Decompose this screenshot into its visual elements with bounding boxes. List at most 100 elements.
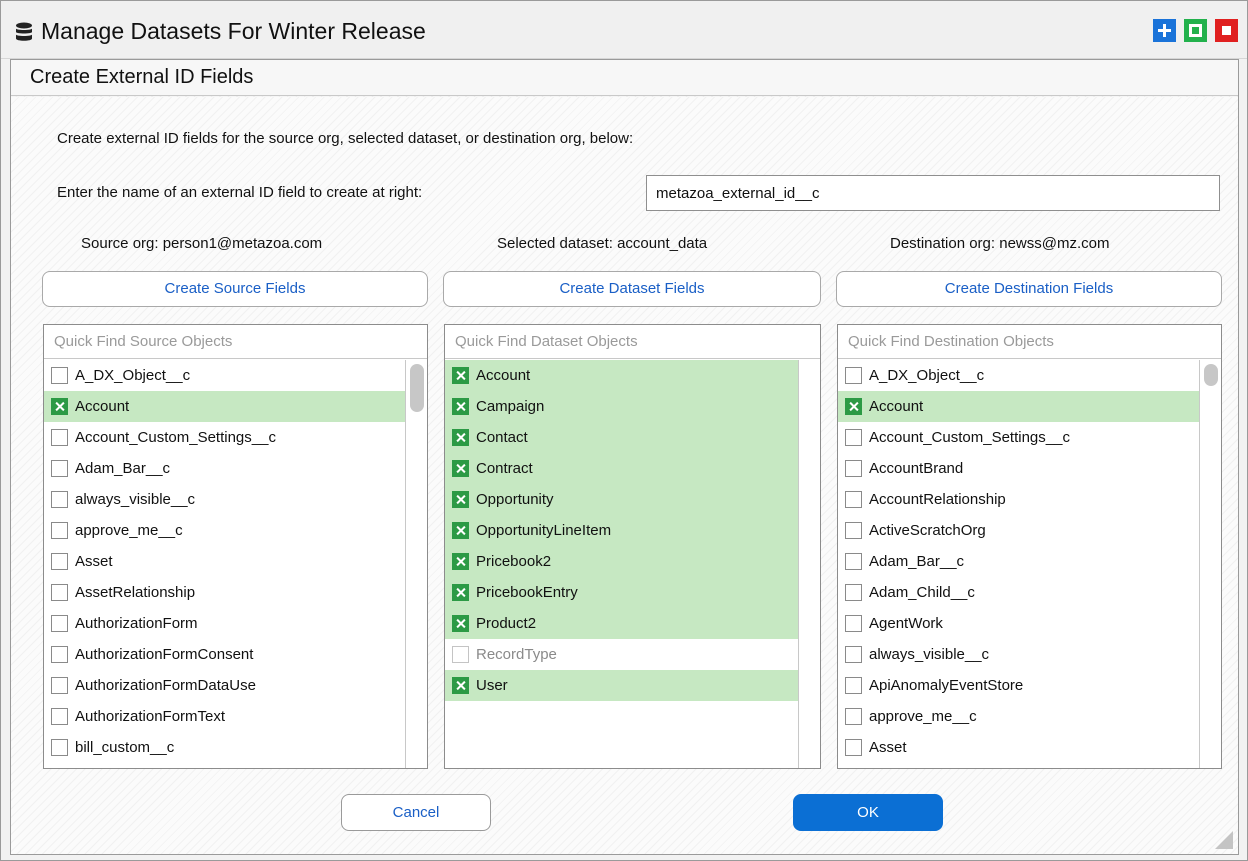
checkbox-checked[interactable] bbox=[452, 460, 469, 477]
source-scrollbar-thumb[interactable] bbox=[410, 364, 424, 412]
checkbox[interactable] bbox=[845, 584, 862, 601]
checkbox[interactable] bbox=[51, 367, 68, 384]
destination-scrollbar-thumb[interactable] bbox=[1204, 364, 1218, 386]
list-item[interactable]: Adam_Bar__c bbox=[44, 453, 405, 484]
checkbox-checked[interactable] bbox=[845, 398, 862, 415]
list-item[interactable]: ApiAnomalyEventStore bbox=[838, 670, 1199, 701]
cancel-button[interactable]: Cancel bbox=[341, 794, 491, 831]
checkbox[interactable] bbox=[51, 739, 68, 756]
list-item[interactable]: Adam_Child__c bbox=[838, 577, 1199, 608]
list-item[interactable]: RecordType bbox=[445, 639, 798, 670]
checkbox[interactable] bbox=[51, 491, 68, 508]
checkbox[interactable] bbox=[51, 522, 68, 539]
source-search-input[interactable]: Quick Find Source Objects bbox=[44, 325, 427, 359]
checkbox[interactable] bbox=[51, 553, 68, 570]
list-item-label: Product2 bbox=[476, 615, 537, 632]
list-item[interactable]: AssetRelationship bbox=[44, 577, 405, 608]
list-item[interactable]: Adam_Bar__c bbox=[838, 546, 1199, 577]
list-item[interactable]: always_visible__c bbox=[44, 484, 405, 515]
list-item-label: User bbox=[476, 677, 508, 694]
maximize-button[interactable] bbox=[1184, 19, 1207, 42]
list-item[interactable]: Campaign bbox=[445, 391, 798, 422]
list-item[interactable]: Contact bbox=[445, 422, 798, 453]
list-item[interactable]: PricebookEntry bbox=[445, 577, 798, 608]
checkbox[interactable] bbox=[845, 739, 862, 756]
list-item[interactable]: Contract bbox=[445, 453, 798, 484]
list-item-label: Adam_Bar__c bbox=[75, 460, 171, 477]
list-item[interactable]: Account bbox=[838, 391, 1199, 422]
checkbox-checked[interactable] bbox=[452, 367, 469, 384]
list-item[interactable]: always_visible__c bbox=[838, 639, 1199, 670]
list-item[interactable]: Account_Custom_Settings__c bbox=[44, 422, 405, 453]
list-item[interactable]: Account_Custom_Settings__c bbox=[838, 422, 1199, 453]
create-dataset-fields-button[interactable]: Create Dataset Fields bbox=[443, 271, 821, 307]
checkbox-checked[interactable] bbox=[452, 398, 469, 415]
list-item[interactable]: A_DX_Object__c bbox=[838, 360, 1199, 391]
checkbox[interactable] bbox=[51, 646, 68, 663]
checkbox-checked[interactable] bbox=[452, 677, 469, 694]
checkbox[interactable] bbox=[51, 708, 68, 725]
checkbox[interactable] bbox=[845, 646, 862, 663]
destination-scrollbar[interactable] bbox=[1199, 360, 1221, 768]
checkbox[interactable] bbox=[845, 491, 862, 508]
checkbox[interactable] bbox=[51, 584, 68, 601]
list-item[interactable]: AuthorizationFormDataUse bbox=[44, 670, 405, 701]
checkbox-checked[interactable] bbox=[452, 615, 469, 632]
checkbox[interactable] bbox=[845, 615, 862, 632]
resize-grip-icon[interactable] bbox=[1213, 829, 1233, 849]
list-item-label: Opportunity bbox=[476, 491, 554, 508]
list-item[interactable]: approve_me__c bbox=[44, 515, 405, 546]
ok-button[interactable]: OK bbox=[793, 794, 943, 831]
list-item[interactable]: bill_custom__c bbox=[44, 732, 405, 763]
list-item[interactable]: A_DX_Object__c bbox=[44, 360, 405, 391]
checkbox[interactable] bbox=[51, 677, 68, 694]
create-destination-fields-button[interactable]: Create Destination Fields bbox=[836, 271, 1222, 307]
list-item[interactable]: AccountBrand bbox=[838, 453, 1199, 484]
list-item[interactable]: AccountRelationship bbox=[838, 484, 1199, 515]
list-item-label: AuthorizationForm bbox=[75, 615, 198, 632]
create-source-fields-button[interactable]: Create Source Fields bbox=[42, 271, 428, 307]
checkbox[interactable] bbox=[845, 367, 862, 384]
checkbox[interactable] bbox=[51, 615, 68, 632]
checkbox[interactable] bbox=[845, 522, 862, 539]
list-item[interactable]: ActiveScratchOrg bbox=[838, 515, 1199, 546]
list-item[interactable]: User bbox=[445, 670, 798, 701]
destination-search-input[interactable]: Quick Find Destination Objects bbox=[838, 325, 1221, 359]
checkbox-checked[interactable] bbox=[452, 522, 469, 539]
list-item-label: approve_me__c bbox=[869, 708, 977, 725]
list-item[interactable]: AgentWork bbox=[838, 608, 1199, 639]
checkbox-checked[interactable] bbox=[452, 553, 469, 570]
list-item[interactable]: Asset bbox=[44, 546, 405, 577]
checkbox[interactable] bbox=[845, 553, 862, 570]
list-item[interactable]: Product2 bbox=[445, 608, 798, 639]
checkbox[interactable] bbox=[51, 429, 68, 446]
add-window-button[interactable] bbox=[1153, 19, 1176, 42]
list-item[interactable]: Opportunity bbox=[445, 484, 798, 515]
checkbox[interactable] bbox=[845, 460, 862, 477]
checkbox[interactable] bbox=[452, 646, 469, 663]
list-item[interactable]: Account bbox=[44, 391, 405, 422]
create-external-id-dialog: Create External ID Fields Create externa… bbox=[10, 59, 1239, 855]
list-item-label: Pricebook2 bbox=[476, 553, 552, 570]
checkbox-checked[interactable] bbox=[452, 429, 469, 446]
checkbox[interactable] bbox=[845, 708, 862, 725]
checkbox[interactable] bbox=[51, 460, 68, 477]
list-item[interactable]: AuthorizationFormText bbox=[44, 701, 405, 732]
dataset-search-input[interactable]: Quick Find Dataset Objects bbox=[445, 325, 820, 359]
checkbox[interactable] bbox=[845, 429, 862, 446]
list-item[interactable]: OpportunityLineItem bbox=[445, 515, 798, 546]
list-item[interactable]: Pricebook2 bbox=[445, 546, 798, 577]
source-scrollbar[interactable] bbox=[405, 360, 427, 768]
list-item[interactable]: Asset bbox=[838, 732, 1199, 763]
external-id-name-input[interactable] bbox=[646, 175, 1220, 211]
list-item[interactable]: AuthorizationForm bbox=[44, 608, 405, 639]
checkbox-checked[interactable] bbox=[51, 398, 68, 415]
list-item[interactable]: AuthorizationFormConsent bbox=[44, 639, 405, 670]
dataset-scrollbar[interactable] bbox=[798, 360, 820, 768]
checkbox[interactable] bbox=[845, 677, 862, 694]
list-item[interactable]: approve_me__c bbox=[838, 701, 1199, 732]
list-item[interactable]: Account bbox=[445, 360, 798, 391]
checkbox-checked[interactable] bbox=[452, 491, 469, 508]
checkbox-checked[interactable] bbox=[452, 584, 469, 601]
close-button[interactable] bbox=[1215, 19, 1238, 42]
